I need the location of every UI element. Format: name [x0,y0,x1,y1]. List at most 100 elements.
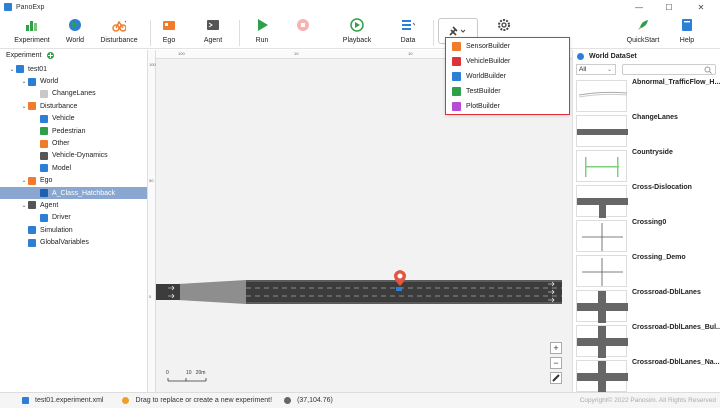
tree-item[interactable]: ChangeLanes [0,88,147,100]
globe-icon [68,18,82,32]
dataset-item[interactable]: Abnormal_TrafficFlow_H... [573,78,720,112]
agent-label: Agent [203,37,223,44]
map-thumbnail [576,360,628,392]
ego-button[interactable]: Ego [144,18,194,48]
dataset-search-input[interactable] [622,64,716,75]
menu-item-testbuilder[interactable]: TestBuilder [446,84,569,98]
chevron-down-icon[interactable]: ⌄ [20,103,28,110]
tree-item-label: Other [52,140,70,148]
main-toolbar: Experiment World Disturbance Ego Agent R… [0,14,720,49]
ego-vehicle-icon[interactable] [396,287,402,291]
zoom-out-button[interactable]: − [550,357,562,369]
disturbance-label: Disturbance [100,37,138,44]
experiment-header-label: Experiment [6,52,42,59]
dataset-item[interactable]: Crossroad-DblLanes [573,288,720,323]
menu-item-label: WorldBuilder [466,72,506,80]
simulation-icon [28,226,36,235]
menu-item-vehiclebuilder[interactable]: VehicleBuilder [446,54,569,68]
playback-button[interactable]: Playback [332,18,382,48]
file-icon [22,397,29,404]
globe-icon [28,77,36,86]
add-icon[interactable] [47,52,55,59]
help-book-icon [680,18,694,32]
tree-item[interactable]: Vehicle-Dynamics [0,150,147,162]
tree-item[interactable]: ⌄ Agent [0,199,147,211]
map-thumbnail [576,150,627,182]
close-icon[interactable]: ✕ [686,0,716,14]
location-pin-dot [397,273,403,279]
disturbance-button[interactable]: Disturbance [94,18,144,48]
zoom-in-button[interactable]: + [550,342,562,354]
dataset-item-name: Crossroad-DblLanes_Bul... [632,324,720,331]
menu-item-label: TestBuilder [466,87,501,95]
data-label: Data [400,37,416,44]
tree-item[interactable]: Pedestrian [0,125,147,137]
minimize-icon[interactable]: — [624,0,654,14]
maximize-icon[interactable]: ☐ [654,0,684,14]
dataset-item[interactable]: Cross-Dislocation [573,183,720,218]
variables-icon [28,238,36,247]
menu-item-plotbuilder[interactable]: PlotBuilder [446,99,569,113]
playback-label: Playback [342,37,372,44]
ruler-tool-button[interactable] [550,372,562,384]
pedestrian-icon [40,127,48,136]
chevron-down-icon[interactable]: ⌄ [20,78,28,85]
tree-item-label: Vehicle [52,115,75,123]
rocket-icon [636,18,650,32]
dataset-item-name: Crossing_Demo [632,254,686,261]
menu-item-sensorbuilder[interactable]: SensorBuilder [446,39,569,53]
chevron-down-icon[interactable]: ⌄ [20,202,28,209]
plotbuilder-icon [452,101,461,111]
dataset-filter-row: All ⌄ [573,63,720,76]
map-icon [40,89,48,98]
tree-item-label: GlobalVariables [40,239,89,247]
tree-item[interactable]: Simulation [0,224,147,236]
tree-item[interactable]: ⌄ test01 [0,63,147,75]
chevron-down-icon[interactable]: ⌄ [8,66,16,73]
dataset-item[interactable]: ChangeLanes [573,113,720,147]
menu-item-worldbuilder[interactable]: WorldBuilder [446,69,569,83]
driver-icon [40,213,48,222]
road-segment [156,284,180,300]
dataset-item-name: Crossroad-DblLanes_Na... [632,359,720,366]
map-thumbnail [576,185,628,218]
world-button[interactable]: World [50,18,100,48]
quickstart-button[interactable]: QuickStart [618,18,668,48]
tree-item[interactable]: GlobalVariables [0,236,147,248]
data-button[interactable]: Data [383,18,433,48]
dataset-item[interactable]: Countryside [573,148,720,182]
scale-zero-label: 0 [166,370,169,376]
testbuilder-icon [452,86,461,96]
tree-item[interactable]: Driver [0,212,147,224]
tree-item[interactable]: Vehicle [0,113,147,125]
map-thumbnail [576,115,628,147]
help-label: Help [679,37,695,44]
dataset-filter-select[interactable]: All ⌄ [576,64,616,75]
play-icon [255,18,269,32]
dataset-item[interactable]: Crossing0 [573,218,720,252]
tree-item[interactable]: Model [0,162,147,174]
help-button[interactable]: Help [662,18,712,48]
dataset-item[interactable]: Crossroad-DblLanes_Na... [573,358,720,392]
tree-item[interactable]: ⌄ Disturbance [0,100,147,112]
app-icon [4,3,12,11]
map-thumbnail [576,220,627,252]
tools-icon [449,26,466,36]
tree-item[interactable]: Other [0,137,147,149]
status-file: test01.experiment.xml [35,397,104,404]
status-bar: test01.experiment.xml Drag to replace or… [0,392,720,408]
map-thumbnail [576,325,628,358]
toolbar-divider [433,20,434,46]
tree-item[interactable]: ⌄ World [0,75,147,87]
run-button[interactable]: Run [237,18,287,48]
tree-item[interactable]: ⌄ Ego [0,175,147,187]
chevron-down-icon[interactable]: ⌄ [20,177,28,184]
window-title: PanoExp [16,3,45,11]
stop-button[interactable] [283,18,323,48]
dataset-item[interactable]: Crossing_Demo [573,253,720,287]
agent-icon [28,201,36,210]
tree-item[interactable]: A_Class_Hatchback [0,186,147,200]
experiment-header: Experiment [0,50,147,61]
agent-button[interactable]: Agent [188,18,238,48]
dataset-item[interactable]: Crossroad-DblLanes_Bul... [573,323,720,358]
